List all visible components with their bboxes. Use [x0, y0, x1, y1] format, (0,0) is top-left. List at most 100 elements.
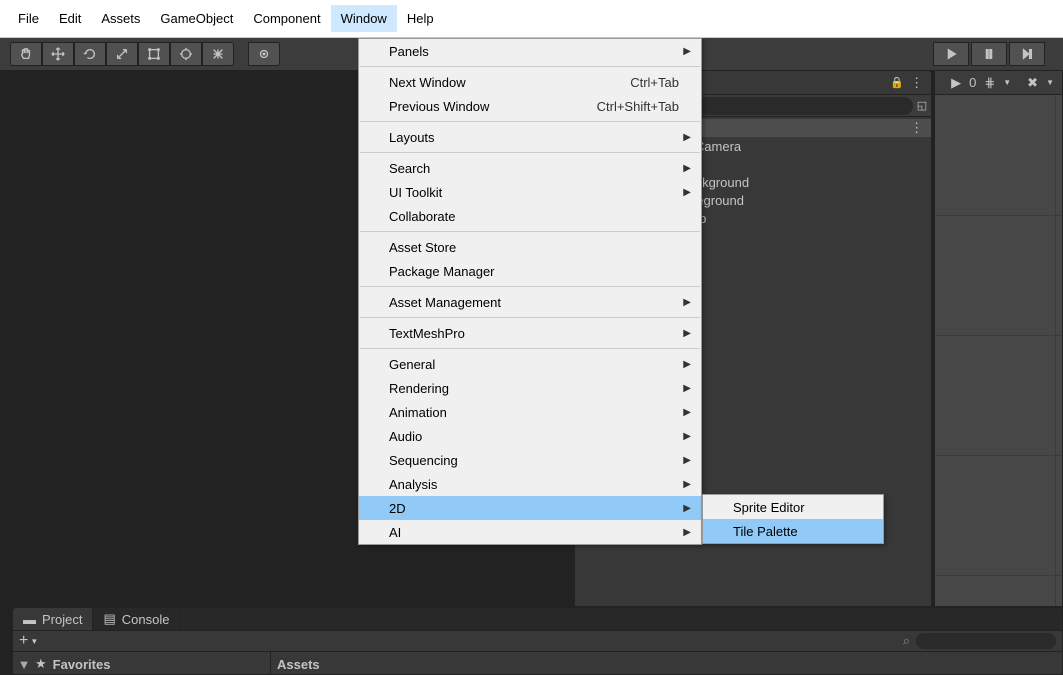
project-toolbar: + ▼ ⌕ — [13, 630, 1062, 652]
menubar-item-help[interactable]: Help — [397, 5, 444, 32]
gizmos-icon[interactable]: ⋕ — [984, 75, 995, 91]
scale-tool[interactable] — [106, 42, 138, 66]
menu-item-label: Next Window — [389, 75, 466, 90]
menu-item-layouts[interactable]: Layouts ▶ — [359, 125, 701, 149]
menu-item-panels[interactable]: Panels▶ — [359, 39, 701, 63]
menu-item-label: Tile Palette — [733, 524, 798, 539]
scene-toolbar-dropdown-icon[interactable]: ▼ — [1003, 78, 1011, 87]
menu-item-label: AI — [389, 525, 401, 540]
scene-settings-dropdown-icon[interactable]: ▼ — [1046, 78, 1054, 87]
submenu-arrow-icon: ▶ — [683, 527, 691, 538]
menu-item-previous-window[interactable]: Previous WindowCtrl+Shift+Tab — [359, 94, 701, 118]
menu-item-label: Layouts — [389, 130, 435, 145]
menu-item-audio[interactable]: Audio▶ — [359, 424, 701, 448]
menu-item-label: General — [389, 357, 435, 372]
menu-item-animation[interactable]: Animation▶ — [359, 400, 701, 424]
pivot-toggle[interactable] — [248, 42, 280, 66]
menu-item-general[interactable]: General ▶ — [359, 352, 701, 376]
menu-item-tile-palette[interactable]: Tile Palette — [703, 519, 883, 543]
menu-item-asset-management[interactable]: Asset Management ▶ — [359, 290, 701, 314]
menu-item-next-window[interactable]: Next WindowCtrl+Tab — [359, 70, 701, 94]
scene-canvas[interactable]: ☁ — [935, 95, 1062, 606]
menu-item-label: Collaborate — [389, 209, 456, 224]
play-button[interactable] — [933, 42, 969, 66]
submenu-arrow-icon: ▶ — [683, 297, 691, 308]
menu-item-label: Sprite Editor — [733, 500, 805, 515]
menu-item-sprite-editor[interactable]: Sprite Editor — [703, 495, 883, 519]
window-menu: Panels▶Next WindowCtrl+TabPrevious Windo… — [358, 38, 702, 545]
menubar-item-file[interactable]: File — [8, 5, 49, 32]
favorites-label: Favorites — [53, 657, 111, 672]
hand-tool[interactable] — [10, 42, 42, 66]
menu-item-label: Search — [389, 161, 430, 176]
menubar-item-window[interactable]: Window — [331, 5, 397, 32]
tab-console[interactable]: ▤ Console — [93, 608, 180, 630]
submenu-arrow-icon: ▶ — [683, 46, 691, 57]
rotate-tool[interactable] — [74, 42, 106, 66]
menubar-item-edit[interactable]: Edit — [49, 5, 91, 32]
step-button[interactable] — [1009, 42, 1045, 66]
tab-console-label: Console — [122, 612, 170, 627]
project-tabs: ▬ Project ▤ Console — [13, 608, 1062, 630]
menubar-item-gameobject[interactable]: GameObject — [150, 5, 243, 32]
tab-project-label: Project — [42, 612, 82, 627]
scene-view[interactable]: ▶ 0 ⋕ ▼ ✖ ▼ ☁ — [934, 70, 1063, 607]
menu-item-textmeshpro[interactable]: TextMeshPro▶ — [359, 321, 701, 345]
menu-item-label: Analysis — [389, 477, 437, 492]
menu-item-label: Sequencing — [389, 453, 458, 468]
panel-options-icon[interactable]: ⋮ — [910, 75, 923, 91]
submenu-arrow-icon: ▶ — [683, 479, 691, 490]
menu-separator — [360, 348, 700, 349]
submenu-arrow-icon: ▶ — [683, 132, 691, 143]
menu-separator — [360, 317, 700, 318]
custom-tool[interactable] — [202, 42, 234, 66]
submenu-arrow-icon: ▶ — [683, 431, 691, 442]
rect-tool[interactable] — [138, 42, 170, 66]
scene-picker-icon[interactable]: ◱ — [917, 99, 927, 112]
menubar-item-assets[interactable]: Assets — [91, 5, 150, 32]
scene-toolbar-arrow-icon[interactable]: ▶ — [951, 75, 961, 91]
menu-separator — [360, 286, 700, 287]
menu-item-collaborate[interactable]: Collaborate — [359, 204, 701, 228]
menu-item-ai[interactable]: AI ▶ — [359, 520, 701, 544]
menu-item-ui-toolkit[interactable]: UI Toolkit▶ — [359, 180, 701, 204]
lock-icon[interactable]: 🔒 — [890, 76, 904, 89]
favorites-header[interactable]: ▼ ★ Favorites — [13, 652, 271, 675]
submenu-arrow-icon: ▶ — [683, 163, 691, 174]
menu-item-label: Previous Window — [389, 99, 489, 114]
pause-button[interactable] — [971, 42, 1007, 66]
transform-tool[interactable] — [170, 42, 202, 66]
menu-item-rendering[interactable]: Rendering ▶ — [359, 376, 701, 400]
console-icon: ▤ — [103, 611, 115, 627]
menu-item-package-manager[interactable]: Package Manager — [359, 259, 701, 283]
folder-icon: ▬ — [23, 612, 36, 627]
menu-item-label: Rendering — [389, 381, 449, 396]
menubar-item-component[interactable]: Component — [243, 5, 330, 32]
tab-project[interactable]: ▬ Project — [13, 608, 93, 630]
menu-item-asset-store[interactable]: Asset Store — [359, 235, 701, 259]
project-panel: ▬ Project ▤ Console + ▼ ⌕ ▼ ★ Favorites … — [12, 607, 1063, 675]
menu-item-sequencing[interactable]: Sequencing▶ — [359, 448, 701, 472]
assets-label: Assets — [277, 657, 320, 672]
foldout-icon[interactable]: ▼ — [19, 659, 29, 669]
scene-toolbar-value: 0 — [969, 75, 976, 90]
menu-separator — [360, 121, 700, 122]
submenu-arrow-icon: ▶ — [683, 383, 691, 394]
scene-tools-icon[interactable]: ✖ — [1027, 75, 1038, 91]
menu-item-label: Asset Store — [389, 240, 456, 255]
move-tool[interactable] — [42, 42, 74, 66]
submenu-arrow-icon: ▶ — [683, 187, 691, 198]
search-icon: ⌕ — [903, 633, 910, 649]
menu-item-search[interactable]: Search ▶ — [359, 156, 701, 180]
star-icon: ★ — [35, 656, 47, 672]
assets-breadcrumb[interactable]: Assets — [271, 652, 1062, 675]
project-create-dropdown[interactable]: + ▼ — [19, 632, 51, 650]
submenu-arrow-icon: ▶ — [683, 503, 691, 514]
submenu-arrow-icon: ▶ — [683, 407, 691, 418]
menu-item-analysis[interactable]: Analysis ▶ — [359, 472, 701, 496]
scene-options-icon[interactable]: ⋮ — [910, 120, 931, 136]
submenu-arrow-icon: ▶ — [683, 359, 691, 370]
menu-item-2d[interactable]: 2D▶ — [359, 496, 701, 520]
menu-item-label: Asset Management — [389, 295, 501, 310]
project-search[interactable] — [916, 633, 1056, 649]
